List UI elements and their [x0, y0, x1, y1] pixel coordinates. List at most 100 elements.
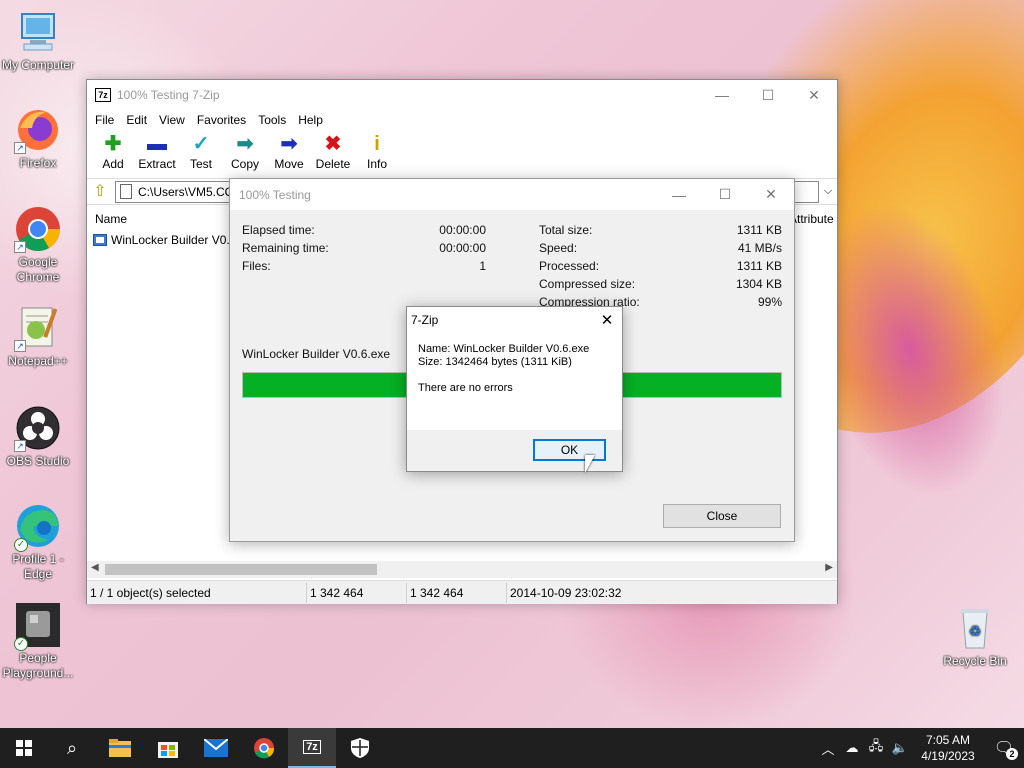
chevron-up-icon[interactable]: ︿ — [816, 739, 840, 758]
clock-date: 4/19/2023 — [921, 749, 975, 763]
chrome-icon — [254, 738, 275, 759]
speed-label: Speed: — [539, 241, 578, 255]
menu-tools[interactable]: Tools — [252, 113, 292, 127]
sync-check-icon: ✓ — [14, 637, 28, 651]
add-label: Add — [102, 157, 124, 171]
shortcut-arrow-icon: ↗ — [14, 241, 26, 253]
desktop-icon-notepadpp[interactable]: ↗ Notepad++ — [0, 304, 76, 369]
copy-label: Copy — [230, 157, 259, 171]
message-title-bar[interactable]: 7-Zip ✕ — [407, 307, 622, 333]
desktop-icon-recycle-bin[interactable]: ♻ Recycle Bin — [937, 604, 1013, 669]
menu-view[interactable]: View — [153, 113, 191, 127]
folder-up-icon[interactable]: ⇧ — [91, 183, 109, 201]
desktop-icon-label: Recycle Bin — [943, 654, 1007, 668]
minimize-button[interactable]: — — [656, 180, 702, 210]
scroll-right-icon[interactable]: ▶ — [825, 562, 833, 573]
status-bar: 1 / 1 object(s) selected 1 342 464 1 342… — [87, 580, 837, 604]
message-result-line: There are no errors — [418, 382, 513, 394]
arrow-right-icon: ➡ — [236, 133, 254, 155]
total-size-label: Total size: — [539, 223, 593, 237]
start-button[interactable] — [0, 728, 48, 768]
taskbar-store[interactable] — [144, 728, 192, 768]
minimize-button[interactable]: — — [699, 80, 745, 110]
taskbar-chrome[interactable] — [240, 728, 288, 768]
info-button[interactable]: i Info — [357, 129, 397, 171]
search-icon: ⌕ — [66, 737, 78, 758]
column-attributes[interactable]: Attribute — [789, 212, 837, 226]
desktop-icon-edge-profile[interactable]: ✓ Profile 1 - Edge — [0, 502, 76, 582]
menu-file[interactable]: File — [89, 113, 120, 127]
dialog-title: 100% Testing — [239, 187, 311, 202]
plus-icon: ✚ — [104, 133, 122, 155]
extract-button[interactable]: ▬ Extract — [137, 129, 177, 171]
check-down-icon: ✓ — [192, 133, 210, 155]
scrollbar-thumb[interactable] — [105, 564, 377, 575]
info-icon: i — [374, 133, 380, 155]
address-text: C:\Users\VM5.CO — [138, 184, 235, 199]
search-button[interactable]: ⌕ — [48, 728, 96, 768]
shortcut-arrow-icon: ↗ — [14, 142, 26, 154]
maximize-button[interactable]: ☐ — [702, 180, 748, 210]
toolbar: ✚ Add ▬ Extract ✓ Test ➡ Copy ➡ Move ✖ D… — [87, 129, 837, 179]
horizontal-scrollbar[interactable]: ◀ ▶ — [87, 561, 837, 578]
desktop-icon-label: Profile 1 - Edge — [12, 552, 64, 581]
network-icon[interactable]: 🖧 — [864, 737, 888, 759]
desktop-icon-my-computer[interactable]: My Computer — [0, 8, 76, 73]
chevron-down-icon[interactable]: ⌵ — [819, 185, 837, 198]
desktop-icon-people-playground[interactable]: ✓ People Playground... — [0, 601, 76, 681]
desktop-icon-label: People Playground... — [2, 651, 74, 680]
taskbar-security[interactable] — [336, 728, 384, 768]
notification-badge: 2 — [1006, 748, 1018, 760]
notification-button[interactable]: 🗨 2 — [984, 738, 1024, 760]
menu-edit[interactable]: Edit — [120, 113, 153, 127]
title-bar[interactable]: 7z 100% Testing 7-Zip — ☐ ✕ — [87, 80, 837, 110]
desktop-icon-obs[interactable]: ↗ OBS Studio — [0, 404, 76, 469]
maximize-button[interactable]: ☐ — [745, 80, 791, 110]
exe-file-icon — [93, 234, 107, 246]
taskbar: ⌕ 7z ︿ ☁ 🖧 🔈 7:05 AM 4/19/2023 🗨 2 — [0, 728, 1024, 768]
close-window-button[interactable]: ✕ — [791, 80, 837, 110]
processed-label: Processed: — [539, 259, 600, 273]
menu-favorites[interactable]: Favorites — [191, 113, 252, 127]
scroll-left-icon[interactable]: ◀ — [91, 562, 99, 573]
shortcut-arrow-icon: ↗ — [14, 440, 26, 452]
menu-help[interactable]: Help — [292, 113, 329, 127]
dialog-title-bar[interactable]: 100% Testing — ☐ ✕ — [230, 179, 794, 210]
close-button[interactable]: Close — [663, 504, 781, 528]
volume-icon[interactable]: 🔈 — [888, 740, 912, 756]
close-dialog-icon[interactable]: ✕ — [748, 180, 794, 210]
clock[interactable]: 7:05 AM 4/19/2023 — [912, 732, 984, 764]
processed-value: 1311 KB — [736, 259, 782, 273]
window-title: 100% Testing 7-Zip — [117, 88, 220, 102]
delete-button[interactable]: ✖ Delete — [313, 129, 353, 171]
taskbar-mail[interactable] — [192, 728, 240, 768]
desktop-icon-label: Google Chrome — [16, 255, 60, 284]
move-button[interactable]: ➡ Move — [269, 129, 309, 171]
recycle-bin-icon: ♻ — [951, 604, 999, 652]
ok-button[interactable]: OK — [533, 439, 606, 461]
svg-text:♻: ♻ — [969, 623, 982, 639]
desktop-icon-chrome[interactable]: ↗ Google Chrome — [0, 205, 76, 285]
desktop-icon-label: Firefox — [19, 156, 57, 170]
test-button[interactable]: ✓ Test — [181, 129, 221, 171]
add-button[interactable]: ✚ Add — [93, 129, 133, 171]
files-value: 1 — [479, 259, 486, 273]
taskbar-file-explorer[interactable] — [96, 728, 144, 768]
edge-icon: ✓ — [14, 502, 62, 552]
shield-icon — [351, 738, 369, 758]
desktop-icon-firefox[interactable]: ↗ Firefox — [0, 106, 76, 171]
taskbar-7zip[interactable]: 7z — [288, 728, 336, 768]
desktop-icon-label: Notepad++ — [8, 354, 68, 368]
remaining-label: Remaining time: — [242, 241, 329, 255]
file-name: WinLocker Builder V0.6 — [111, 233, 237, 247]
elapsed-label: Elapsed time: — [242, 223, 315, 237]
system-tray: ︿ ☁ 🖧 🔈 7:05 AM 4/19/2023 🗨 2 — [816, 728, 1024, 768]
copy-button[interactable]: ➡ Copy — [225, 129, 265, 171]
onedrive-cloud-icon[interactable]: ☁ — [840, 740, 864, 756]
desktop-icon-label: My Computer — [1, 58, 75, 72]
menu-bar: File Edit View Favorites Tools Help — [87, 110, 837, 129]
close-icon[interactable]: ✕ — [592, 311, 622, 329]
status-packed: 1 342 464 — [407, 582, 507, 603]
desktop-icon-label: OBS Studio — [6, 454, 70, 468]
info-label: Info — [366, 157, 387, 171]
